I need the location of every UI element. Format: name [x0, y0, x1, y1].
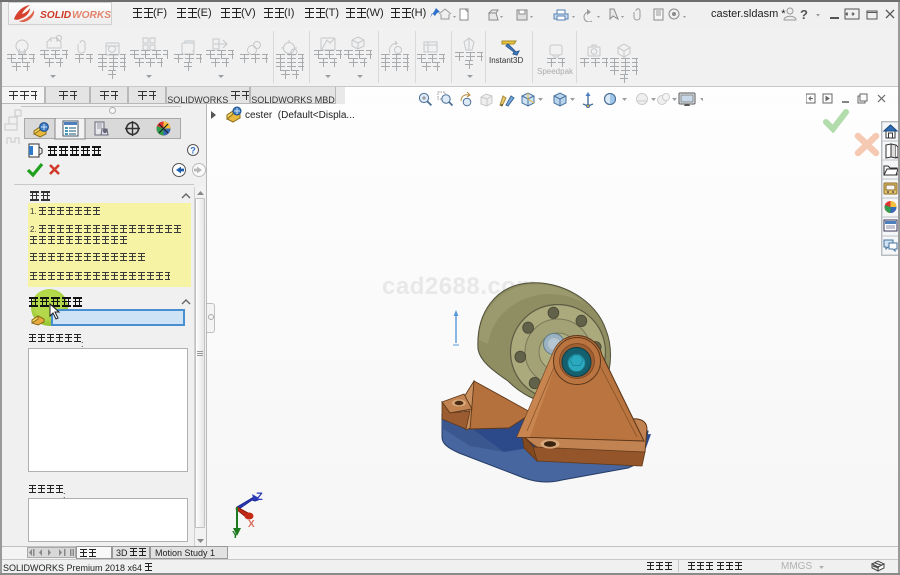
svg-text:?: ?: [190, 146, 196, 156]
svg-text:SOLID: SOLID: [40, 10, 72, 21]
svg-text:Z: Z: [256, 491, 263, 503]
svg-text:WORKS: WORKS: [72, 10, 111, 21]
svg-text:Y: Y: [232, 530, 239, 538]
svg-text:?: ?: [800, 7, 808, 22]
svg-text:X: X: [248, 519, 255, 530]
